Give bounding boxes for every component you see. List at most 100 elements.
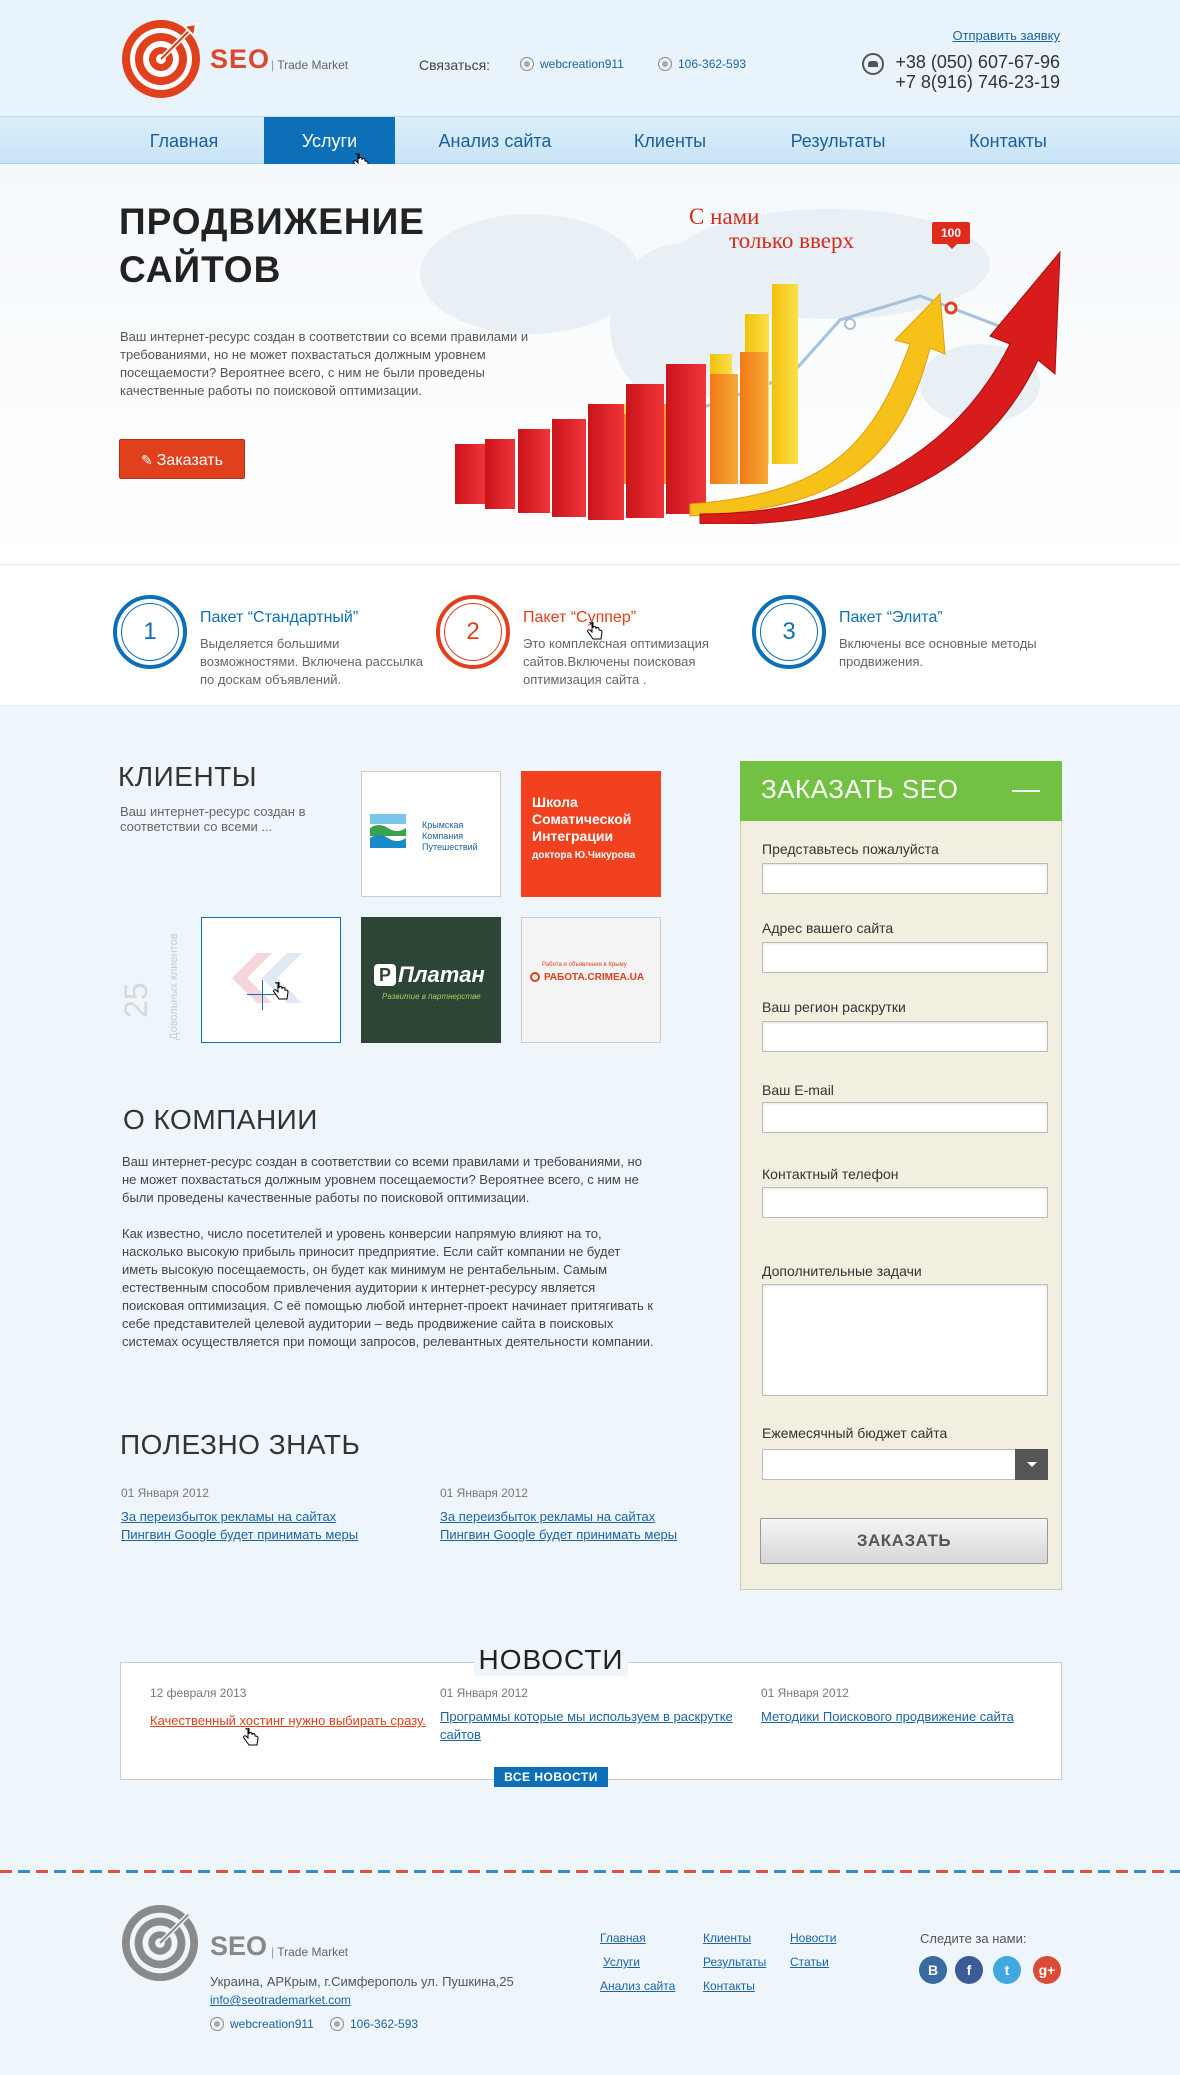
hero-section: ПРОДВИЖЕНИЕ САЙТОВ Ваш интернет-ресурс с… xyxy=(0,164,1180,564)
footer-link-services[interactable]: Услуги xyxy=(603,1955,640,1969)
footer-link-contacts[interactable]: Контакты xyxy=(703,1979,755,1993)
news-link[interactable]: Методики Поискового продвижение сайта xyxy=(761,1709,1014,1724)
site-label: Адрес вашего сайта xyxy=(762,920,894,936)
package-description: Это комплексная оптимизация сайтов.Включ… xyxy=(523,636,709,687)
useful-link[interactable]: За переизбыток рекламы на сайтах xyxy=(440,1508,720,1526)
footer-link-news[interactable]: Новости xyxy=(790,1931,836,1945)
vk-icon[interactable]: В xyxy=(919,1956,947,1984)
twitter-icon[interactable]: t xyxy=(993,1956,1021,1984)
news-link[interactable]: Программы которые мы используем в раскру… xyxy=(440,1709,733,1742)
clients-text: Ваш интернет-ресурс создан в соответстви… xyxy=(120,804,306,834)
google-plus-icon[interactable]: g+ xyxy=(1033,1956,1061,1984)
hero-title-line-1: ПРОДВИЖЕНИЕ xyxy=(119,201,425,242)
client-logo-rabota-crimea[interactable]: Работа и объявления в Крыму РАБОТА.CRIME… xyxy=(521,917,661,1043)
package-title[interactable]: Пакет “Элита” xyxy=(839,609,943,627)
send-request-link[interactable]: Отправить заявку xyxy=(952,28,1060,43)
nav-item-services[interactable]: Услуги xyxy=(264,117,395,165)
all-news-button[interactable]: ВСЕ НОВОСТИ xyxy=(494,1767,608,1787)
useful-title: ПОЛЕЗНО ЗНАТЬ xyxy=(120,1429,361,1460)
footer-link-clients[interactable]: Клиенты xyxy=(703,1931,751,1945)
rabota-subtitle: Работа и объявления в Крыму xyxy=(542,962,627,968)
platan-p-icon: P xyxy=(374,964,396,986)
client-name: Крымская Компания Путешествий xyxy=(422,820,478,852)
hand-cursor-icon xyxy=(273,982,289,1000)
useful-link[interactable]: Пингвин Google будет принимать меры xyxy=(121,1526,401,1544)
platan-subtitle: Развитие в партнерстве xyxy=(382,992,481,1001)
useful-date: 01 Января 2012 xyxy=(440,1486,528,1500)
package-title[interactable]: Пакет “Суппер” xyxy=(523,609,636,627)
name-field[interactable] xyxy=(762,863,1048,894)
target-logo-icon[interactable] xyxy=(120,1903,200,1983)
footer-link-results[interactable]: Результаты xyxy=(703,1955,766,1969)
target-logo-icon[interactable] xyxy=(120,18,202,100)
facebook-icon[interactable]: f xyxy=(955,1956,983,1984)
clients-title: КЛИЕНТЫ xyxy=(118,761,258,792)
nav-item-home[interactable]: Главная xyxy=(120,117,248,165)
form-header: ЗАКАЗАТЬ SEO — xyxy=(740,761,1062,821)
collapse-button[interactable]: — xyxy=(1012,773,1040,805)
news-item: 12 февраля 2013 Качественный хостинг нуж… xyxy=(150,1686,430,1730)
footer-skype[interactable]: webcreation911 xyxy=(210,2017,314,2031)
client-logo-platan[interactable]: P Платан Развитие в партнерстве xyxy=(361,917,501,1043)
nav-item-clients[interactable]: Клиенты xyxy=(610,117,730,165)
region-field[interactable] xyxy=(762,1021,1048,1052)
footer-link-home[interactable]: Главная xyxy=(600,1931,646,1945)
icq-contact[interactable]: 106-362-593 xyxy=(658,57,746,71)
phone-number-1: +38 (050) 607-67-96 xyxy=(895,52,1060,72)
submit-order-button[interactable]: ЗАКАЗАТЬ xyxy=(760,1518,1048,1564)
icq-icon xyxy=(330,2017,344,2031)
footer-link-articles[interactable]: Статьи xyxy=(790,1955,829,1969)
footer-logo-text[interactable]: SEO xyxy=(210,1931,267,1962)
news-title: НОВОСТИ xyxy=(474,1644,628,1676)
phone-field[interactable] xyxy=(762,1187,1048,1218)
nav-item-contacts[interactable]: Контакты xyxy=(950,117,1066,165)
nav-item-site-analysis[interactable]: Анализ сайта xyxy=(420,117,570,165)
client-logo-crimea-travel[interactable]: Крымская Компания Путешествий xyxy=(361,771,501,897)
footer-link-site-analysis[interactable]: Анализ сайта xyxy=(600,1979,675,1993)
site-url-field[interactable] xyxy=(762,942,1048,973)
news-date: 01 Января 2012 xyxy=(440,1686,528,1700)
package-number-circle: 3 xyxy=(752,595,826,669)
footer-icq[interactable]: 106-362-593 xyxy=(330,2017,418,2031)
news-item: 01 Января 2012 Программы которые мы испо… xyxy=(440,1686,740,1744)
useful-item: 01 Января 2012 За переизбыток рекламы на… xyxy=(440,1486,720,1544)
news-date: 12 февраля 2013 xyxy=(150,1686,247,1700)
clients-count: 25 xyxy=(118,982,154,1018)
name-label: Представьтесь пожалуйста xyxy=(762,841,939,857)
waves-icon xyxy=(370,814,406,848)
about-paragraph-1: Ваш интернет-ресурс создан в соответстви… xyxy=(122,1154,642,1205)
footer-email-link[interactable]: info@seotrademarket.com xyxy=(210,1993,351,2007)
news-link[interactable]: Качественный хостинг нужно выбирать сраз… xyxy=(150,1713,426,1728)
main-nav: Главная Услуги Анализ сайта Клиенты Резу… xyxy=(0,116,1180,165)
client-name: Школа Соматической Интеграции xyxy=(532,794,631,845)
useful-item: 01 Января 2012 За переизбыток рекламы на… xyxy=(121,1486,401,1544)
crosshair-vertical xyxy=(262,980,263,1010)
tasks-textarea[interactable] xyxy=(762,1284,1048,1396)
useful-link[interactable]: За переизбыток рекламы на сайтах xyxy=(121,1508,401,1526)
skype-contact[interactable]: webcreation911 xyxy=(520,57,624,71)
budget-select[interactable] xyxy=(762,1449,1048,1480)
order-seo-form: ЗАКАЗАТЬ SEO — Представьтесь пожалуйста … xyxy=(740,761,1062,1590)
logo-text[interactable]: SEO xyxy=(210,44,270,75)
order-button[interactable]: ✎ Заказать xyxy=(119,439,245,479)
package-description: Выделяется большими возможностями. Включ… xyxy=(200,636,424,687)
about-title: О КОМПАНИИ xyxy=(123,1104,318,1135)
nav-item-results[interactable]: Результаты xyxy=(770,117,906,165)
about-paragraph-2: Как известно, число посетителей и уровен… xyxy=(122,1226,654,1349)
follow-us-label: Следите за нами: xyxy=(920,1931,1027,1946)
hero-title-line-2: САЙТОВ xyxy=(119,249,282,290)
school-line-2: Соматической xyxy=(532,811,632,827)
client-logo-somatic-school[interactable]: Школа Соматической Интеграции доктора Ю.… xyxy=(521,771,661,897)
skype-name: webcreation911 xyxy=(230,2017,314,2031)
phone-icon xyxy=(862,53,884,75)
client-logo-faded[interactable] xyxy=(201,917,341,1043)
useful-link[interactable]: Пингвин Google будет принимать меры xyxy=(440,1526,720,1544)
form-title: ЗАКАЗАТЬ SEO xyxy=(761,774,959,804)
chevron-down-icon[interactable] xyxy=(1015,1449,1048,1480)
skype-name: webcreation911 xyxy=(540,57,624,71)
package-title[interactable]: Пакет “Стандартный” xyxy=(200,609,358,627)
contact-label: Связаться: xyxy=(419,57,491,73)
email-field[interactable] xyxy=(762,1102,1048,1133)
icq-icon xyxy=(658,57,672,71)
logo-subtitle: Trade Market xyxy=(271,58,348,72)
